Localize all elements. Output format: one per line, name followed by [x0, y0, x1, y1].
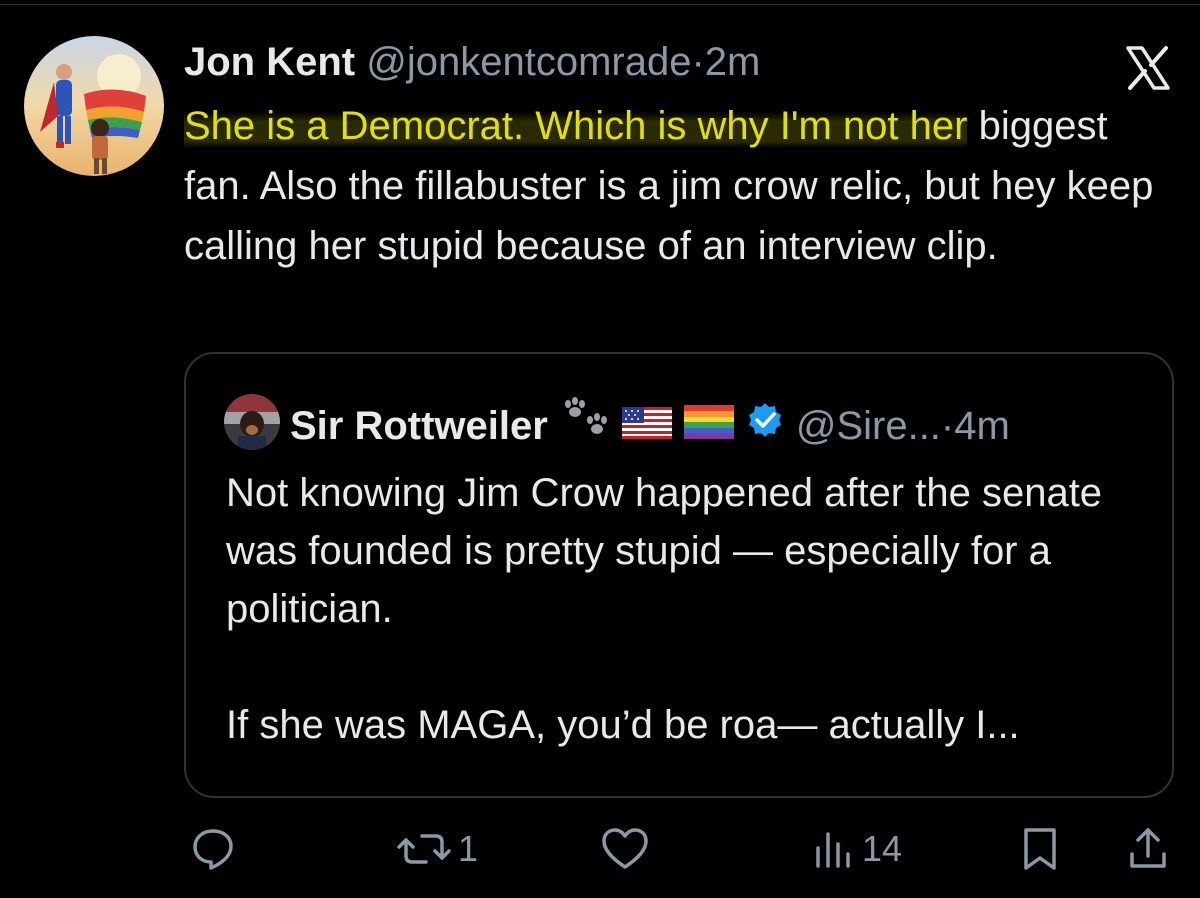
quoted-tweet-text: Not knowing Jim Crow happened after the … [226, 464, 1146, 754]
us-flag-icon [621, 398, 672, 454]
retweet-icon [396, 826, 452, 872]
quoted-tweet-header: Sir Rottweiler @Sire... · 4m [290, 396, 1010, 455]
author-handle[interactable]: @jonkentcomrade [366, 40, 691, 84]
highlighted-text: She is a Democrat. Which is why I'm not … [184, 104, 968, 148]
quoted-paragraph-1: Not knowing Jim Crow happened after the … [226, 471, 1103, 631]
bookmark-button[interactable] [1020, 826, 1060, 872]
share-button[interactable] [1126, 826, 1170, 872]
tweet-header: Jon Kent @jonkentcomrade·2m [184, 38, 760, 86]
share-icon [1126, 826, 1170, 872]
bookmark-icon [1020, 826, 1060, 872]
author-avatar[interactable] [24, 36, 164, 176]
quoted-author-avatar[interactable] [224, 394, 280, 450]
bar-chart-icon [812, 826, 856, 872]
tweet-time[interactable]: 2m [705, 40, 761, 84]
tweet-text: She is a Democrat. Which is why I'm not … [184, 96, 1174, 276]
views-button[interactable]: 14 [812, 826, 902, 872]
views-count: 14 [862, 828, 903, 869]
paw-prints-icon [560, 396, 610, 455]
separator-dot: · [691, 40, 705, 84]
like-button[interactable] [600, 826, 656, 872]
heart-icon [600, 826, 650, 872]
separator-dot: · [940, 403, 955, 448]
retweet-count: 1 [458, 828, 479, 869]
retweet-button[interactable]: 1 [396, 826, 478, 872]
top-divider [0, 4, 1200, 5]
x-logo-icon [1124, 44, 1172, 92]
rainbow-flag-icon [683, 398, 734, 454]
quoted-tweet-time[interactable]: 4m [954, 398, 1010, 454]
action-bar: 1 14 [0, 820, 1200, 880]
quoted-author-handle[interactable]: @Sire... [796, 398, 941, 454]
quoted-author-name[interactable]: Sir Rottweiler [290, 398, 548, 454]
quoted-paragraph-2: If she was MAGA, you’d be roa— actually … [226, 703, 1020, 747]
author-name[interactable]: Jon Kent [184, 40, 355, 84]
verified-badge-icon [746, 398, 784, 454]
quoted-tweet-card[interactable]: Sir Rottweiler @Sire... · 4m Not knowing… [184, 352, 1174, 798]
reply-button[interactable] [190, 826, 242, 872]
speech-bubble-icon [190, 826, 236, 872]
